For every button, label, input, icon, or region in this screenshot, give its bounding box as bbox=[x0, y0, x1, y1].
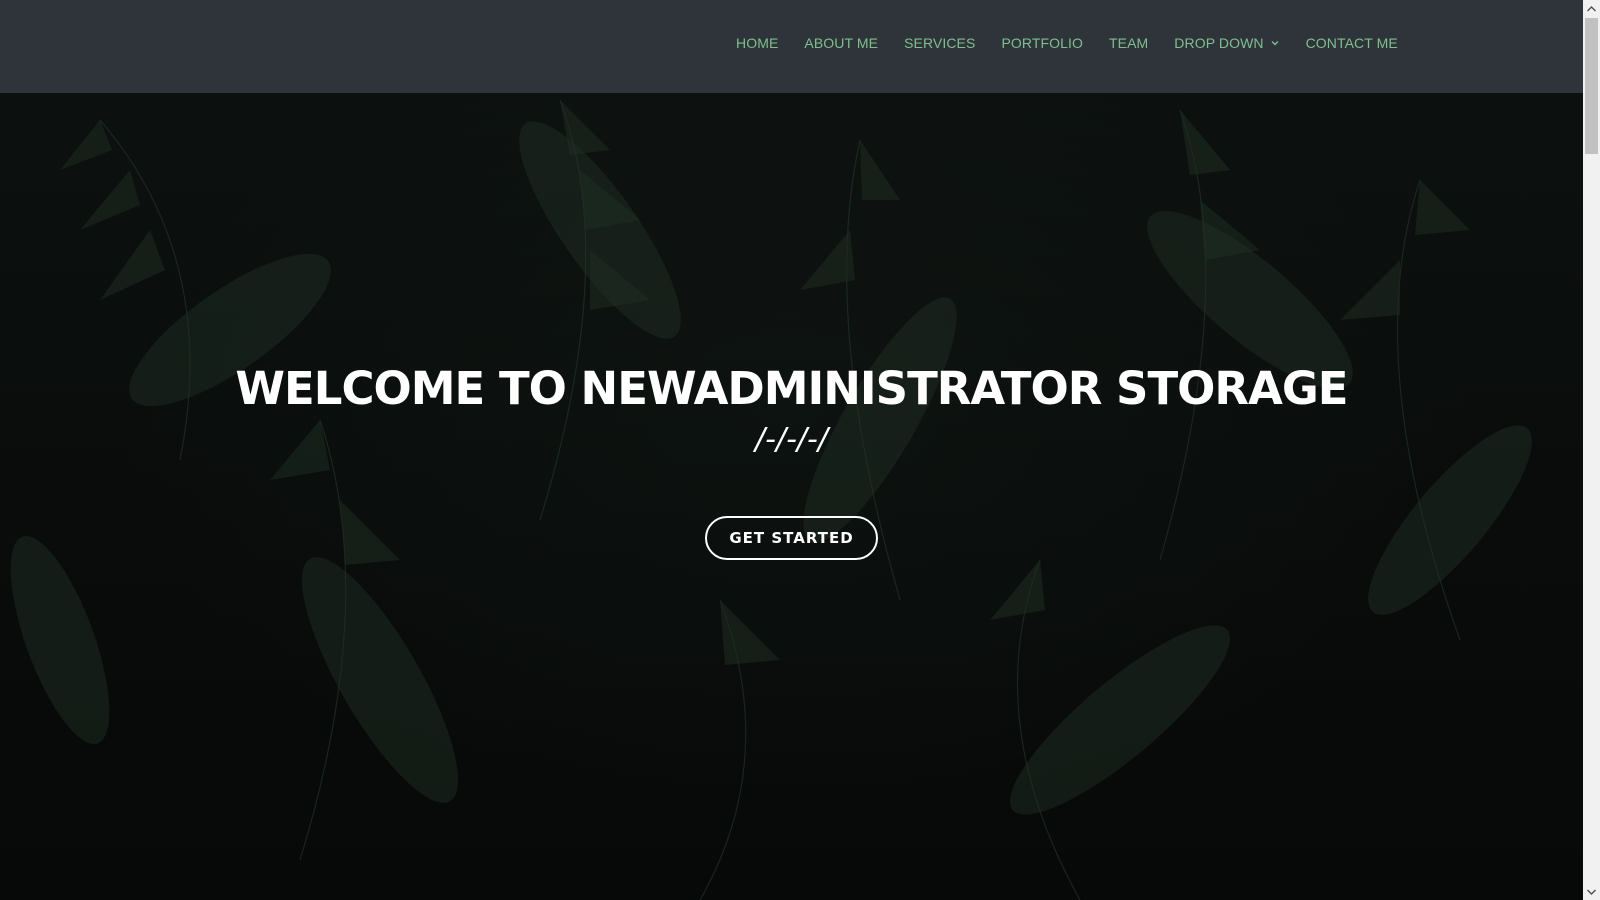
main-navigation: HOME ABOUT ME SERVICES PORTFOLIO TEAM DR… bbox=[736, 35, 1398, 51]
hero-title: WELCOME TO NEWADMINISTRATOR STORAGE bbox=[235, 362, 1348, 415]
nav-item-label: CONTACT ME bbox=[1305, 35, 1398, 51]
scroll-up-arrow-icon[interactable] bbox=[1583, 0, 1600, 17]
nav-item-drop-down[interactable]: DROP DOWN bbox=[1174, 35, 1279, 51]
site-header: HOME ABOUT ME SERVICES PORTFOLIO TEAM DR… bbox=[0, 0, 1583, 93]
scroll-down-arrow-icon[interactable] bbox=[1583, 883, 1600, 900]
nav-item-label: DROP DOWN bbox=[1174, 35, 1264, 51]
hero-subtitle: /-/-/-/ bbox=[755, 422, 828, 457]
nav-item-team[interactable]: TEAM bbox=[1109, 35, 1148, 51]
vertical-scrollbar[interactable] bbox=[1583, 0, 1600, 900]
scrollbar-thumb[interactable] bbox=[1585, 18, 1598, 154]
hero-section: WELCOME TO NEWADMINISTRATOR STORAGE /-/-… bbox=[0, 358, 1583, 460]
nav-item-label: HOME bbox=[736, 35, 779, 51]
nav-item-home[interactable]: HOME bbox=[736, 35, 778, 51]
nav-item-services[interactable]: SERVICES bbox=[904, 35, 975, 51]
nav-item-label: PORTFOLIO bbox=[1001, 35, 1083, 51]
page-viewport: HOME ABOUT ME SERVICES PORTFOLIO TEAM DR… bbox=[0, 0, 1583, 900]
chevron-down-icon bbox=[1271, 41, 1279, 46]
nav-item-label: TEAM bbox=[1108, 35, 1149, 51]
nav-item-portfolio[interactable]: PORTFOLIO bbox=[1001, 35, 1083, 51]
nav-item-label: ABOUT ME bbox=[804, 35, 879, 51]
nav-item-label: SERVICES bbox=[904, 35, 976, 51]
nav-item-contact-me[interactable]: CONTACT ME bbox=[1306, 35, 1398, 51]
get-started-button[interactable]: GET STARTED bbox=[705, 516, 878, 560]
nav-item-about-me[interactable]: ABOUT ME bbox=[804, 35, 878, 51]
